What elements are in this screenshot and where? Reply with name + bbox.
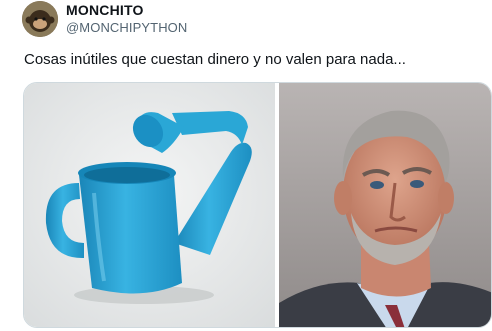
media-photo-portrait[interactable] [279, 83, 491, 327]
tweet-card[interactable]: MONCHITO @MONCHIPYTHON Cosas inútiles qu… [0, 0, 492, 331]
tweet-text: Cosas inútiles que cuestan dinero y no v… [24, 51, 406, 68]
tweet-header: MONCHITO @MONCHIPYTHON [66, 2, 187, 37]
user-handle[interactable]: @MONCHIPYTHON [66, 19, 187, 37]
media-photo-watering-can[interactable] [24, 83, 275, 327]
display-name[interactable]: MONCHITO [66, 2, 187, 18]
avatar[interactable] [22, 1, 58, 37]
tweet-media[interactable] [23, 82, 492, 328]
